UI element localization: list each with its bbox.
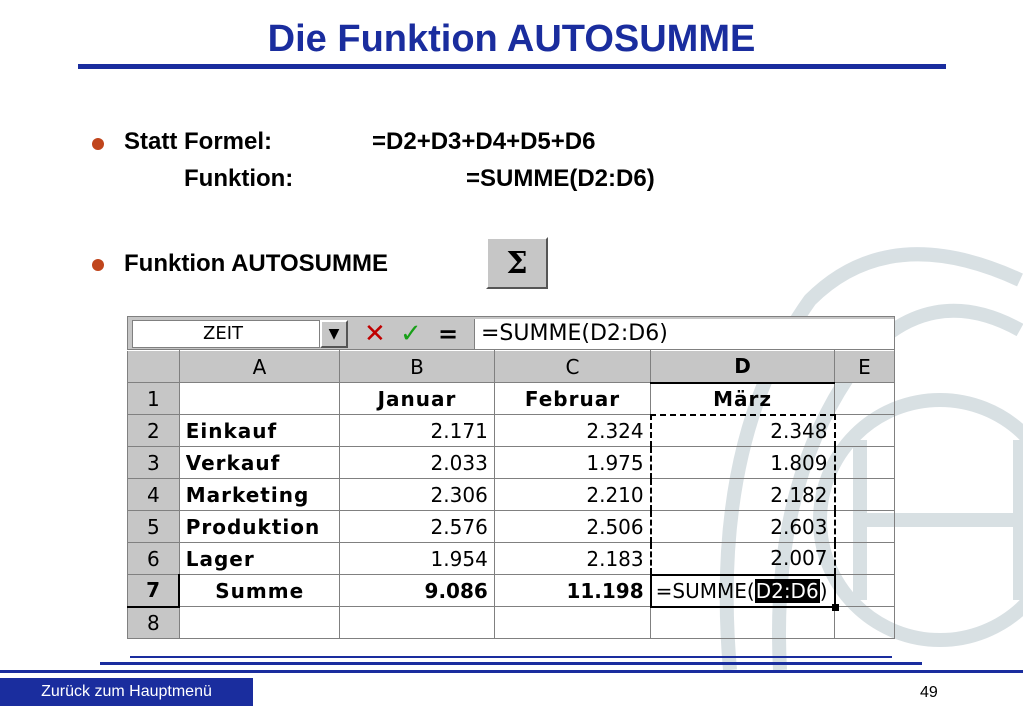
cell-d8[interactable]: [650, 606, 835, 639]
row-header-4[interactable]: 4: [127, 478, 180, 511]
bullet-dot-1: [92, 138, 104, 150]
footer-divider-bottom: [0, 670, 1023, 673]
table-row: 8: [127, 606, 895, 639]
row-header-6[interactable]: 6: [127, 542, 180, 575]
cell-e3[interactable]: [834, 446, 895, 479]
cell-e1[interactable]: [834, 382, 895, 415]
cell-e8[interactable]: [834, 606, 895, 639]
cell-a3[interactable]: Verkauf: [178, 446, 341, 479]
cell-e4[interactable]: [834, 478, 895, 511]
confirm-icon[interactable]: ✓: [400, 319, 422, 349]
cell-e5[interactable]: [834, 510, 895, 543]
cell-a8[interactable]: [178, 606, 341, 639]
cell-b6[interactable]: 1.954: [339, 542, 495, 575]
bullet-dot-2: [92, 259, 104, 271]
chevron-down-icon: ▼: [328, 326, 340, 342]
sigma-icon: Σ: [506, 245, 528, 281]
cell-d4[interactable]: 2.182: [649, 478, 836, 511]
name-box-dropdown-button[interactable]: ▼: [320, 320, 348, 348]
cell-d6[interactable]: 2.007: [649, 542, 836, 576]
formula-bar: ZEIT ▼ ✕ ✓ = =SUMME(D2:D6): [127, 316, 895, 350]
table-row: 4 Marketing 2.306 2.210 2.182: [127, 478, 895, 511]
active-cell-d7[interactable]: =SUMME(D2:D6): [649, 573, 839, 611]
cell-d7-formula-suffix: ): [819, 578, 828, 603]
column-header-b[interactable]: B: [339, 350, 495, 383]
row-header-2[interactable]: 2: [127, 414, 180, 447]
cell-c2[interactable]: 2.324: [493, 414, 652, 447]
cell-a6[interactable]: Lager: [178, 542, 341, 575]
cell-d2[interactable]: 2.348: [649, 413, 836, 447]
column-header-row: A B C D E: [127, 350, 895, 384]
cell-a7[interactable]: Summe: [178, 574, 341, 607]
bullet1-sub-formula: =SUMME(D2:D6): [466, 165, 655, 192]
column-header-d[interactable]: D: [650, 350, 835, 384]
cell-d5[interactable]: 2.603: [649, 510, 836, 543]
cell-a5[interactable]: Produktion: [178, 510, 341, 543]
footer-divider-top: [130, 656, 892, 658]
bullet1-label: Statt Formel:: [124, 128, 273, 155]
cell-e7[interactable]: [834, 574, 895, 607]
bullet1-formula: =D2+D3+D4+D5+D6: [372, 128, 596, 155]
table-row: 5 Produktion 2.576 2.506 2.603: [127, 510, 895, 543]
cell-b3[interactable]: 2.033: [339, 446, 495, 479]
bullet2-label: Funktion AUTOSUMME: [124, 250, 388, 277]
fill-handle[interactable]: [831, 603, 839, 611]
formula-input[interactable]: =SUMME(D2:D6): [474, 319, 894, 349]
cell-c5[interactable]: 2.506: [493, 510, 652, 543]
bullet1-sub-label: Funktion:: [184, 165, 294, 192]
back-to-main-menu-link[interactable]: Zurück zum Hauptmenü: [0, 678, 253, 706]
row-header-3[interactable]: 3: [127, 446, 180, 479]
row-header-1[interactable]: 1: [127, 382, 180, 415]
slide-title: Die Funktion AUTOSUMME: [267, 18, 756, 60]
row-header-7[interactable]: 7: [127, 574, 181, 608]
column-header-c[interactable]: C: [493, 350, 652, 383]
cell-c8[interactable]: [493, 606, 652, 639]
cell-e2[interactable]: [834, 414, 895, 447]
table-row: 7 Summe 9.086 11.198 =SUMME(D2:D6): [127, 573, 895, 611]
cell-b8[interactable]: [339, 606, 495, 639]
footer-divider-middle: [100, 662, 922, 665]
cell-d1[interactable]: März: [650, 382, 835, 415]
spreadsheet: ZEIT ▼ ✕ ✓ = =SUMME(D2:D6) A B C D E 1 J…: [127, 316, 895, 639]
cancel-icon[interactable]: ✕: [364, 319, 386, 349]
function-wizard-button[interactable]: =: [438, 319, 458, 349]
cell-c3[interactable]: 1.975: [493, 446, 652, 479]
cell-b7[interactable]: 9.086: [339, 574, 495, 607]
cell-b4[interactable]: 2.306: [339, 478, 495, 511]
cell-b5[interactable]: 2.576: [339, 510, 495, 543]
autosum-button[interactable]: Σ: [486, 237, 548, 289]
table-row: 6 Lager 1.954 2.183 2.007: [127, 542, 895, 576]
cell-c1[interactable]: Februar: [493, 382, 652, 415]
table-row: 2 Einkauf 2.171 2.324 2.348: [127, 413, 895, 447]
cell-a4[interactable]: Marketing: [178, 478, 341, 511]
cell-grid: A B C D E 1 Januar Februar März 2 Einkau…: [127, 350, 895, 639]
row-header-5[interactable]: 5: [127, 510, 180, 543]
name-box[interactable]: ZEIT: [132, 320, 320, 348]
cell-b2[interactable]: 2.171: [339, 414, 495, 447]
cell-c6[interactable]: 2.183: [493, 542, 652, 575]
cell-d7-formula-prefix: =SUMME(: [655, 578, 755, 603]
column-header-e[interactable]: E: [834, 350, 895, 383]
select-all-corner[interactable]: [127, 350, 180, 383]
cell-a1[interactable]: [178, 382, 341, 415]
table-row: 1 Januar Februar März: [127, 382, 895, 415]
cell-e6[interactable]: [834, 542, 895, 575]
title-divider: [78, 64, 946, 69]
cell-a2[interactable]: Einkauf: [178, 414, 341, 447]
table-row: 3 Verkauf 2.033 1.975 1.809: [127, 446, 895, 479]
row-header-8[interactable]: 8: [127, 606, 180, 639]
cell-d3[interactable]: 1.809: [649, 446, 836, 479]
cell-d7-selected-range: D2:D6: [754, 578, 820, 603]
cell-c4[interactable]: 2.210: [493, 478, 652, 511]
cell-b1[interactable]: Januar: [339, 382, 495, 415]
cell-c7[interactable]: 11.198: [493, 574, 652, 607]
page-number: 49: [920, 684, 938, 701]
column-header-a[interactable]: A: [178, 350, 341, 383]
